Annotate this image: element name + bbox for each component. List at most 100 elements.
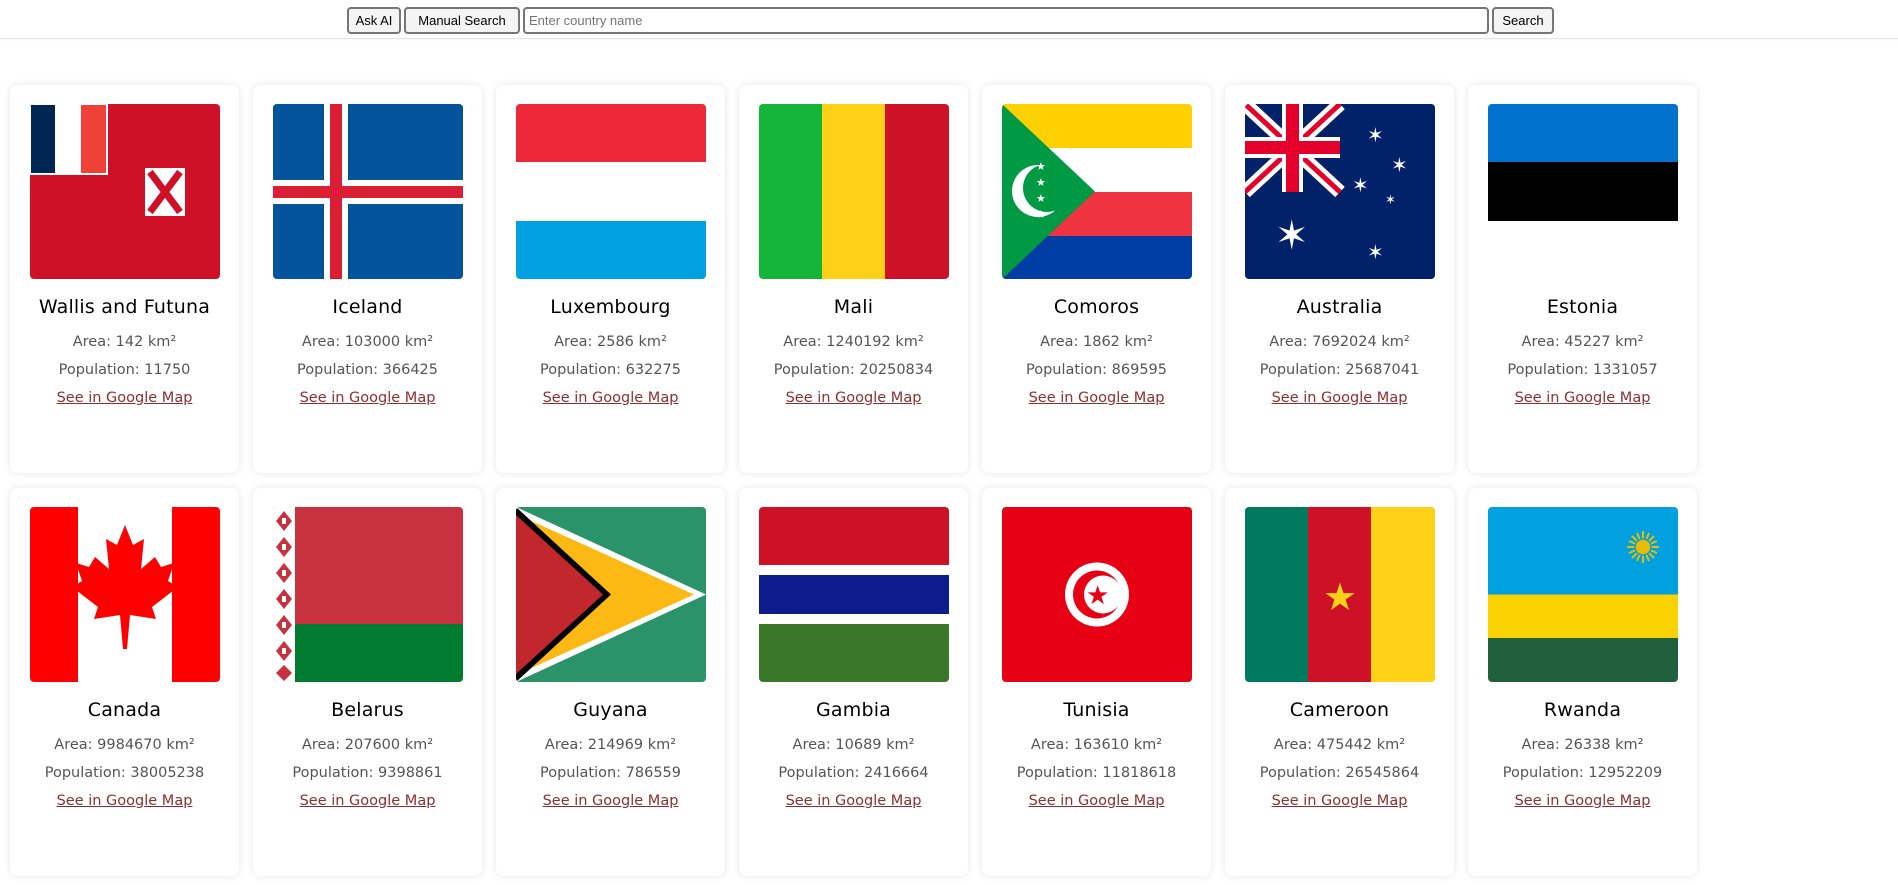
country-population: Population: 26545864: [1259, 765, 1420, 781]
svg-text:✶: ✶: [1367, 123, 1384, 147]
svg-text:★: ★: [1036, 160, 1046, 173]
country-population: Population: 2416664: [778, 765, 929, 781]
country-area: Area: 1240192 km²: [783, 334, 924, 350]
country-area: Area: 2586 km²: [554, 334, 667, 350]
country-area: Area: 1862 km²: [1040, 334, 1153, 350]
country-card-tunisia: ★ Tunisia Area: 163610 km² Population: 1…: [982, 488, 1211, 876]
google-map-link[interactable]: See in Google Map: [496, 390, 725, 406]
svg-text:✶: ✶: [1367, 240, 1384, 264]
country-card-guyana: Guyana Area: 214969 km² Population: 7865…: [496, 488, 725, 876]
country-card-gambia: Gambia Area: 10689 km² Population: 24166…: [739, 488, 968, 876]
country-area: Area: 475442 km²: [1273, 737, 1406, 753]
google-map-link[interactable]: See in Google Map: [1225, 390, 1454, 406]
country-name: Tunisia: [1063, 699, 1130, 721]
mali-flag-image: [759, 104, 949, 279]
country-population: Population: 20250834: [773, 362, 934, 378]
country-population: Population: 869595: [1025, 362, 1168, 378]
country-name: Mali: [833, 296, 874, 318]
country-name: Comoros: [1053, 296, 1140, 318]
google-map-link[interactable]: See in Google Map: [739, 390, 968, 406]
tunisia-flag-image: ★: [1002, 507, 1192, 682]
country-name: Canada: [87, 699, 162, 721]
google-map-link[interactable]: See in Google Map: [253, 793, 482, 809]
country-card-mali: Mali Area: 1240192 km² Population: 20250…: [739, 85, 968, 473]
country-card-rwanda: Rwanda Area: 26338 km² Population: 12952…: [1468, 488, 1697, 876]
belarus-flag-image: [273, 507, 463, 682]
rwanda-flag-image: [1488, 507, 1678, 682]
country-population: Population: 1331057: [1507, 362, 1658, 378]
country-area: Area: 9984670 km²: [54, 737, 195, 753]
google-map-link[interactable]: See in Google Map: [1225, 793, 1454, 809]
svg-text:✶: ✶: [1391, 153, 1408, 177]
country-area: Area: 207600 km²: [301, 737, 434, 753]
manual-search-button[interactable]: Manual Search: [404, 7, 520, 34]
country-name: Guyana: [573, 699, 648, 721]
country-population: Population: 786559: [539, 765, 682, 781]
svg-text:✶: ✶: [1352, 173, 1369, 197]
country-population: Population: 632275: [539, 362, 682, 378]
google-map-link[interactable]: See in Google Map: [1468, 390, 1697, 406]
country-population: Population: 38005238: [44, 765, 205, 781]
country-name: Estonia: [1546, 296, 1619, 318]
search-button[interactable]: Search: [1492, 7, 1554, 34]
svg-text:★: ★: [1323, 575, 1357, 619]
country-card-luxembourg: Luxembourg Area: 2586 km² Population: 63…: [496, 85, 725, 473]
country-area: Area: 103000 km²: [301, 334, 434, 350]
country-area: Area: 26338 km²: [1521, 737, 1644, 753]
country-population: Population: 25687041: [1259, 362, 1420, 378]
country-population: Population: 12952209: [1502, 765, 1663, 781]
google-map-link[interactable]: See in Google Map: [1468, 793, 1697, 809]
country-card-estonia: Estonia Area: 45227 km² Population: 1331…: [1468, 85, 1697, 473]
country-name: Iceland: [332, 296, 403, 318]
country-card-iceland: Iceland Area: 103000 km² Population: 366…: [253, 85, 482, 473]
australia-flag-image: ✶ ✶ ✶ ✶ ✶ ✶: [1245, 104, 1435, 279]
luxembourg-flag-image: [516, 104, 706, 279]
svg-text:★: ★: [1036, 192, 1046, 205]
svg-text:✶: ✶: [1275, 213, 1309, 259]
top-toolbar: Ask AI Manual Search Search: [0, 0, 1898, 39]
country-population: Population: 366425: [296, 362, 439, 378]
country-name: Gambia: [815, 699, 892, 721]
country-area: Area: 142 km²: [72, 334, 177, 350]
svg-text:★: ★: [1036, 208, 1046, 221]
country-area: Area: 163610 km²: [1030, 737, 1163, 753]
google-map-link[interactable]: See in Google Map: [739, 793, 968, 809]
country-card-cameroon: ★ Cameroon Area: 475442 km² Population: …: [1225, 488, 1454, 876]
country-name: Rwanda: [1543, 699, 1622, 721]
google-map-link[interactable]: See in Google Map: [496, 793, 725, 809]
country-search-input[interactable]: [523, 7, 1489, 34]
country-name: Belarus: [331, 699, 404, 721]
estonia-flag-image: [1488, 104, 1678, 279]
country-card-canada: Canada Area: 9984670 km² Population: 380…: [10, 488, 239, 876]
iceland-flag-image: [273, 104, 463, 279]
google-map-link[interactable]: See in Google Map: [982, 390, 1211, 406]
google-map-link[interactable]: See in Google Map: [982, 793, 1211, 809]
country-area: Area: 10689 km²: [792, 737, 915, 753]
country-population: Population: 11818618: [1016, 765, 1177, 781]
country-name: Cameroon: [1289, 699, 1390, 721]
country-area: Area: 214969 km²: [544, 737, 677, 753]
google-map-link[interactable]: See in Google Map: [253, 390, 482, 406]
country-population: Population: 9398861: [292, 765, 443, 781]
ask-ai-button[interactable]: Ask AI: [347, 7, 401, 34]
country-area: Area: 45227 km²: [1521, 334, 1644, 350]
svg-text:✶: ✶: [1385, 193, 1396, 208]
country-card-belarus: Belarus Area: 207600 km² Population: 939…: [253, 488, 482, 876]
country-card-australia: ✶ ✶ ✶ ✶ ✶ ✶ Australia Area: 7692024 km² …: [1225, 85, 1454, 473]
comoros-flag-image: ★ ★ ★ ★: [1002, 104, 1192, 279]
google-map-link[interactable]: See in Google Map: [10, 793, 239, 809]
gambia-flag-image: [759, 507, 949, 682]
country-population: Population: 11750: [58, 362, 191, 378]
country-card-wallis-and-futuna: Wallis and Futuna Area: 142 km² Populati…: [10, 85, 239, 473]
country-card-comoros: ★ ★ ★ ★ Comoros Area: 1862 km² Population:…: [982, 85, 1211, 473]
canada-flag-image: [30, 507, 220, 682]
google-map-link[interactable]: See in Google Map: [10, 390, 239, 406]
svg-text:★: ★: [1036, 176, 1046, 189]
wallis-and-futuna-flag-image: [30, 104, 220, 279]
country-name: Australia: [1296, 296, 1383, 318]
country-name: Wallis and Futuna: [38, 296, 211, 318]
country-name: Luxembourg: [550, 296, 671, 318]
country-area: Area: 7692024 km²: [1269, 334, 1410, 350]
guyana-flag-image: [516, 507, 706, 682]
cameroon-flag-image: ★: [1245, 507, 1435, 682]
